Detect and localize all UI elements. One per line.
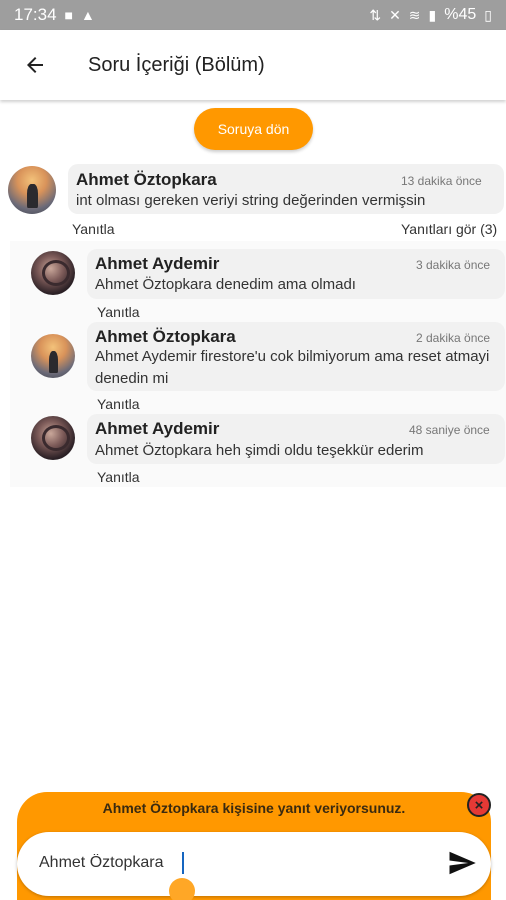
view-replies-link[interactable]: Yanıtları gör (3) xyxy=(401,221,497,237)
page-title: Soru İçeriği (Bölüm) xyxy=(88,53,265,76)
comment-author: Ahmet Öztopkara xyxy=(76,170,217,189)
avatar xyxy=(31,334,75,378)
reply-time: 48 saniye önce xyxy=(409,423,490,437)
comment-time: 13 dakika önce xyxy=(401,174,482,188)
text-cursor xyxy=(182,852,184,874)
reply-text: Ahmet Öztopkara denedim ama olmadı xyxy=(95,276,356,293)
avatar xyxy=(8,166,56,214)
reply-author: Ahmet Aydemir xyxy=(95,254,220,273)
replying-to-text: Ahmet Öztopkara kişisine yanıt veriyorsu… xyxy=(102,800,406,816)
battery-icon: ▯ xyxy=(484,6,492,23)
back-to-question-button[interactable]: Soruya dön xyxy=(194,108,313,150)
comment-text: int olması gereken veriyi string değerin… xyxy=(76,192,426,209)
reply-input-container xyxy=(17,832,491,896)
reply-link[interactable]: Yanıtla xyxy=(97,469,140,485)
reply-link[interactable]: Yanıtla xyxy=(72,221,115,237)
status-bar: 17:34 ■ ▲ ⇅ ✕ ≋ ▮ %45 ▯ xyxy=(0,0,506,30)
battery-percent: %45 xyxy=(444,6,477,23)
avatar xyxy=(31,416,75,460)
back-arrow-icon[interactable] xyxy=(0,30,70,100)
close-icon[interactable]: × xyxy=(467,793,491,817)
reply-text: Ahmet Aydemir firestore'u cok bilmiyorum… xyxy=(95,348,490,387)
reply-link[interactable]: Yanıtla xyxy=(97,304,140,320)
send-icon[interactable] xyxy=(446,848,478,878)
avatar xyxy=(31,251,75,295)
cursor-handle[interactable] xyxy=(169,878,195,900)
wifi-icon: ≋ xyxy=(408,6,421,23)
app-bar: Soru İçeriği (Bölüm) xyxy=(0,30,506,100)
data-speed-icon: ⇅ xyxy=(369,6,382,23)
reply-time: 2 dakika önce xyxy=(416,331,491,345)
warning-icon: ▲ xyxy=(81,7,95,23)
signal-icon: ▮ xyxy=(428,6,437,23)
folder-icon: ■ xyxy=(64,7,74,23)
reply-author: Ahmet Aydemir xyxy=(95,419,220,438)
reply-input[interactable] xyxy=(39,848,399,878)
reply-text: Ahmet Öztopkara heh şimdi oldu teşekkür … xyxy=(95,442,424,459)
reply-link[interactable]: Yanıtla xyxy=(97,396,140,412)
mute-icon: ✕ xyxy=(389,6,401,23)
reply-time: 3 dakika önce xyxy=(416,258,491,272)
reply-author: Ahmet Öztopkara xyxy=(95,327,236,346)
status-time: 17:34 xyxy=(14,5,57,24)
